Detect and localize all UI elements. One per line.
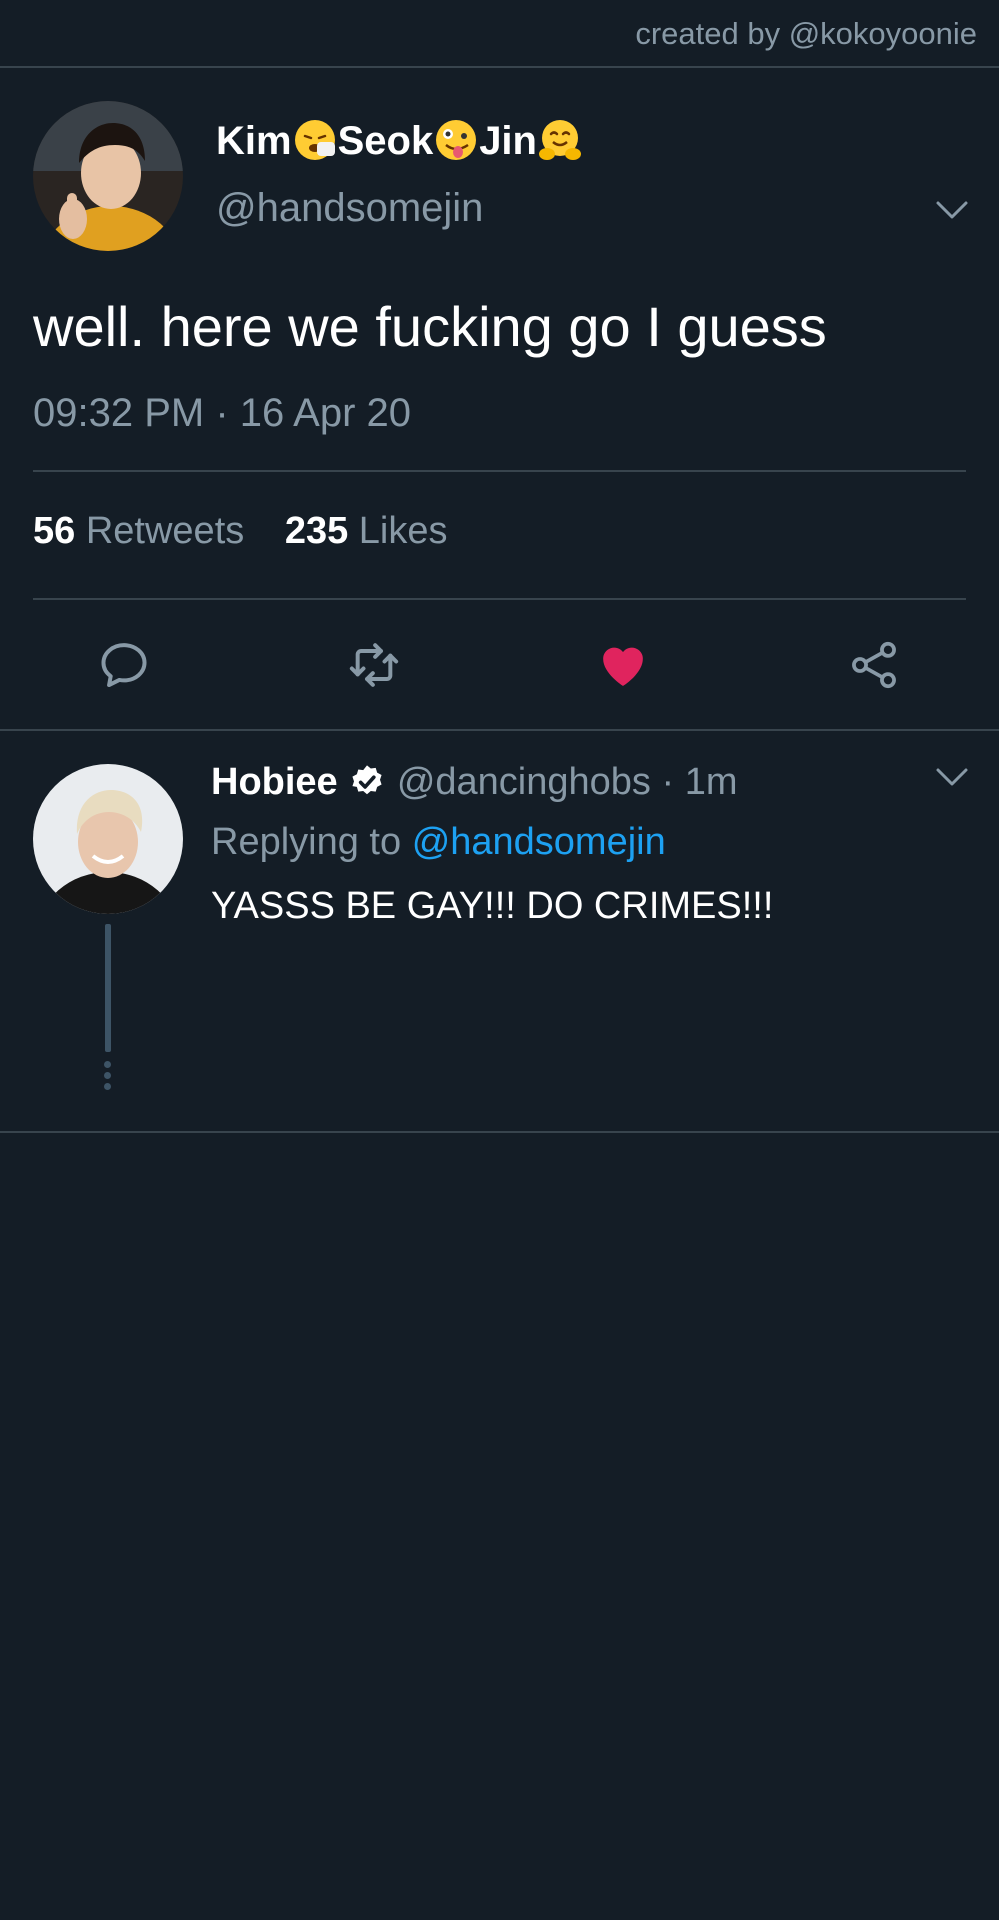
replying-to: Replying to @handsomejin [211, 821, 666, 863]
retweets-label[interactable]: Retweets [86, 510, 244, 552]
main-tweet: Kim Seok Jin @handsomejin well. here we fu… [0, 68, 999, 731]
likes-label[interactable]: Likes [359, 510, 448, 552]
reply-header: Hobiee @dancinghobs · 1m [211, 761, 737, 804]
zany-face-icon [436, 120, 477, 160]
reply-tweet[interactable]: Hobiee @dancinghobs · 1m Replying to @ha… [0, 731, 999, 1133]
reply-time: · 1m [661, 761, 738, 803]
handle[interactable]: @handsomejin [216, 186, 483, 231]
thread-line [105, 924, 111, 1052]
reply-text: YASSS BE GAY!!! DO CRIMES!!! [211, 885, 774, 927]
display-name[interactable]: Hobiee [211, 761, 338, 803]
retweet-icon[interactable] [346, 637, 402, 693]
heart-filled-icon[interactable] [595, 637, 651, 693]
display-name[interactable]: Kim Seok Jin [216, 118, 583, 164]
tweet-text: well. here we fucking go I guess [33, 295, 827, 358]
retweets-count[interactable]: 56 [33, 510, 75, 552]
share-icon[interactable] [846, 637, 902, 693]
avatar[interactable] [33, 101, 183, 251]
chevron-down-icon[interactable] [935, 767, 969, 787]
credit-banner: created by @kokoyoonie [0, 0, 999, 68]
hugging-face-icon [538, 120, 581, 160]
credit-text: created by @kokoyoonie [635, 16, 977, 51]
mention-link[interactable]: @handsomejin [412, 821, 666, 863]
reply-icon[interactable] [96, 637, 152, 693]
likes-count[interactable]: 235 [285, 510, 348, 552]
tweet-stats: 56 Retweets 235 Likes [33, 510, 448, 553]
chevron-down-icon[interactable] [935, 200, 969, 220]
thread-dots [104, 1061, 112, 1094]
handle[interactable]: @dancinghobs [397, 761, 651, 803]
divider [33, 598, 966, 600]
avatar[interactable] [33, 764, 183, 914]
tweet-timestamp: 09:32 PM · 16 Apr 20 [33, 391, 412, 435]
divider [33, 470, 966, 472]
sneezing-face-icon [294, 120, 335, 160]
verified-badge-icon [352, 765, 382, 795]
